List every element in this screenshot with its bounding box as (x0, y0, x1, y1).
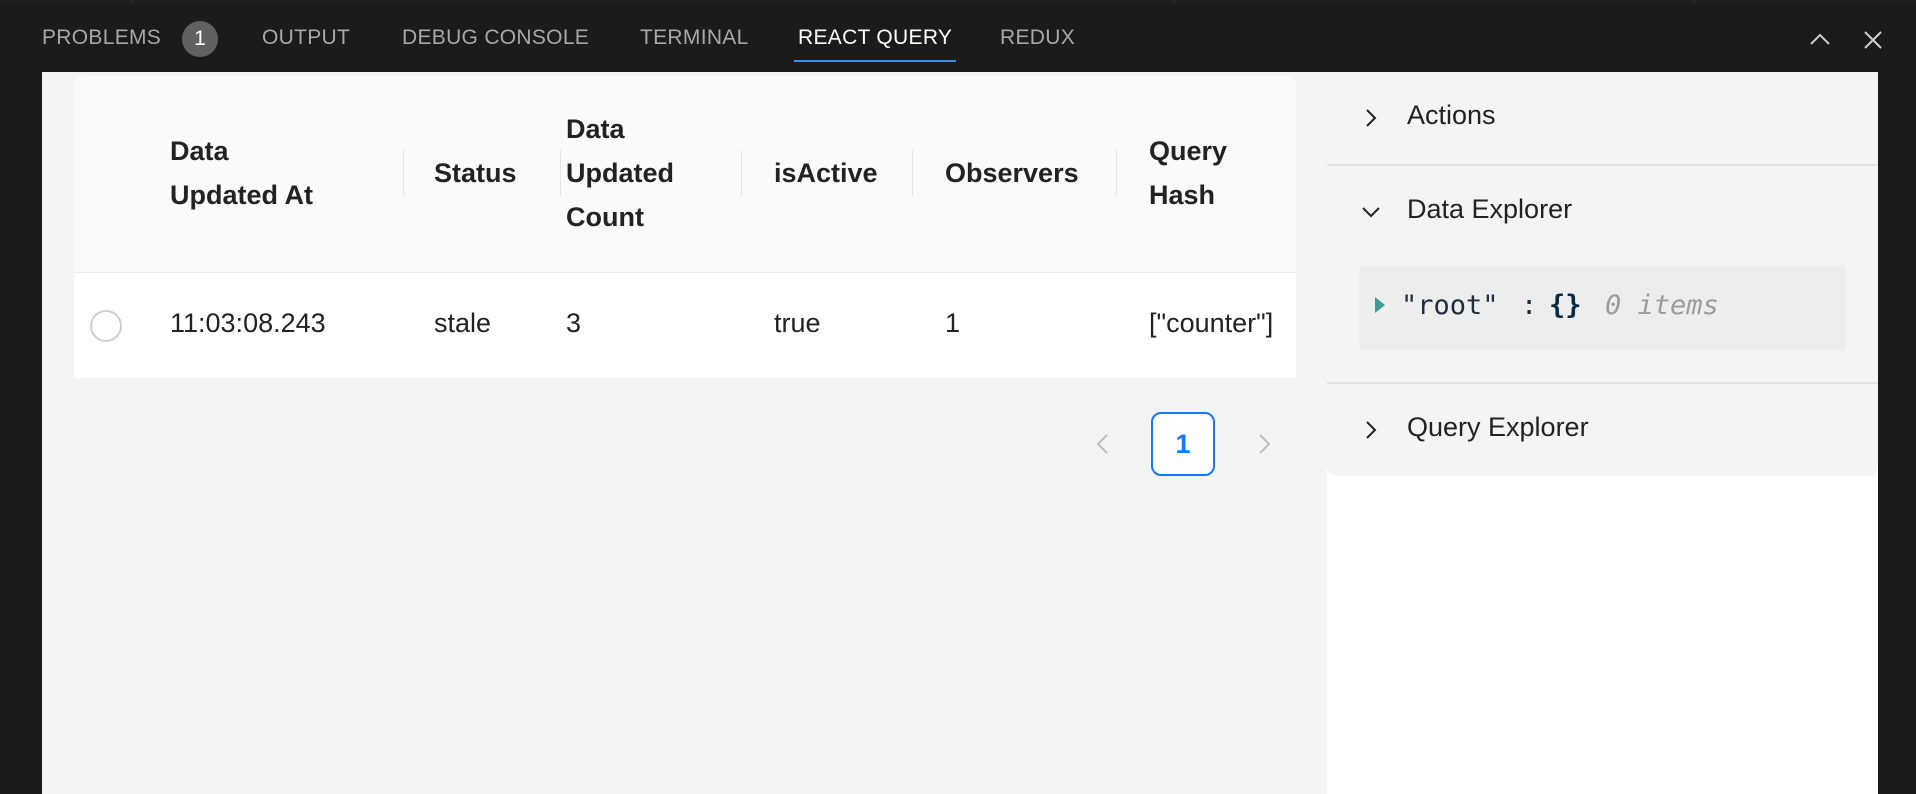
column-header-data-updated-count[interactable]: Data Updated Count (562, 107, 674, 239)
tab-redux[interactable]: REDUX (1000, 26, 1075, 56)
inspector-sections: Actions Data Explorer "root" : {} 0 item… (1327, 72, 1878, 476)
table-header: Data Updated At Status Data Updated Coun… (74, 76, 1296, 273)
tab-debug-console-label: DEBUG CONSOLE (402, 26, 590, 49)
column-divider (560, 150, 561, 196)
section-data-explorer-header[interactable]: Data Explorer (1327, 176, 1878, 248)
section-query-explorer-header[interactable]: Query Explorer (1327, 394, 1878, 466)
json-item-count: 0 items (1605, 290, 1719, 321)
tab-react-query[interactable]: REACT QUERY (793, 26, 957, 62)
section-divider (1327, 164, 1878, 166)
chevron-right-icon (1357, 104, 1385, 132)
tab-terminal-label: TERMINAL (640, 26, 749, 49)
close-panel-button[interactable] (1857, 24, 1889, 56)
table-row[interactable]: 11:03:08.243 stale 3 true 1 ["counter"] (74, 273, 1296, 378)
chevron-down-icon (1357, 198, 1385, 226)
pagination-page-1[interactable]: 1 (1151, 412, 1215, 476)
column-divider (403, 150, 404, 196)
editor-divider (1694, 0, 1695, 3)
column-header-query-hash[interactable]: Query Hash (1149, 129, 1227, 217)
tab-redux-label: REDUX (1000, 26, 1076, 49)
tab-problems-label: PROBLEMS (42, 26, 162, 49)
problems-count-badge: 1 (182, 21, 218, 57)
section-actions-header[interactable]: Actions (1327, 82, 1878, 154)
editor-divider (132, 0, 133, 3)
column-divider (912, 150, 913, 196)
tab-output[interactable]: OUTPUT (262, 26, 350, 56)
cell-is-active: true (774, 308, 821, 338)
section-query-explorer-title: Query Explorer (1407, 412, 1589, 442)
editor-divider (1174, 0, 1175, 3)
cell-status: stale (434, 308, 492, 338)
chevron-right-icon (1357, 416, 1385, 444)
cell-observers: 1 (945, 308, 961, 338)
tab-debug-console[interactable]: DEBUG CONSOLE (402, 26, 589, 56)
section-actions-title: Actions (1407, 100, 1496, 130)
pagination-prev-button[interactable] (1083, 424, 1123, 464)
column-divider (741, 150, 742, 196)
panel-tab-bar: PROBLEMS 1 OUTPUT DEBUG CONSOLE TERMINAL… (0, 4, 1916, 72)
tab-terminal[interactable]: TERMINAL (640, 26, 749, 56)
pagination-next-button[interactable] (1244, 424, 1284, 464)
column-header-data-updated-at[interactable]: Data Updated At (170, 129, 313, 217)
column-header-status[interactable]: Status (434, 151, 517, 195)
react-query-devtools: Data Updated At Status Data Updated Coun… (42, 72, 1878, 794)
cell-data-updated-at: 11:03:08.243 (170, 308, 326, 338)
cell-query-hash: ["counter"] (1149, 308, 1274, 338)
inspector-panel: Actions Data Explorer "root" : {} 0 item… (1327, 72, 1878, 794)
chevron-up-icon (1810, 33, 1830, 45)
tab-react-query-label: REACT QUERY (798, 26, 953, 49)
json-colon: : (1521, 290, 1538, 321)
chevron-right-icon (1259, 434, 1271, 454)
column-header-observers[interactable]: Observers (945, 151, 1079, 195)
section-divider (1327, 382, 1878, 384)
json-value: {} (1549, 290, 1582, 321)
close-icon (1864, 31, 1882, 49)
section-data-explorer-title: Data Explorer (1407, 194, 1573, 224)
chevron-left-icon (1096, 434, 1108, 454)
tab-problems[interactable]: PROBLEMS (42, 26, 161, 56)
maximize-panel-button[interactable] (1804, 24, 1836, 56)
queries-table: Data Updated At Status Data Updated Coun… (74, 76, 1296, 378)
data-explorer-tree: "root" : {} 0 items (1359, 266, 1846, 350)
cell-data-updated-count: 3 (566, 308, 582, 338)
column-header-is-active[interactable]: isActive (774, 151, 878, 195)
tab-output-label: OUTPUT (262, 26, 351, 49)
expand-triangle-icon[interactable] (1373, 291, 1387, 313)
json-key: "root" (1401, 290, 1499, 321)
row-select-radio[interactable] (90, 310, 122, 342)
column-divider (1116, 150, 1117, 196)
